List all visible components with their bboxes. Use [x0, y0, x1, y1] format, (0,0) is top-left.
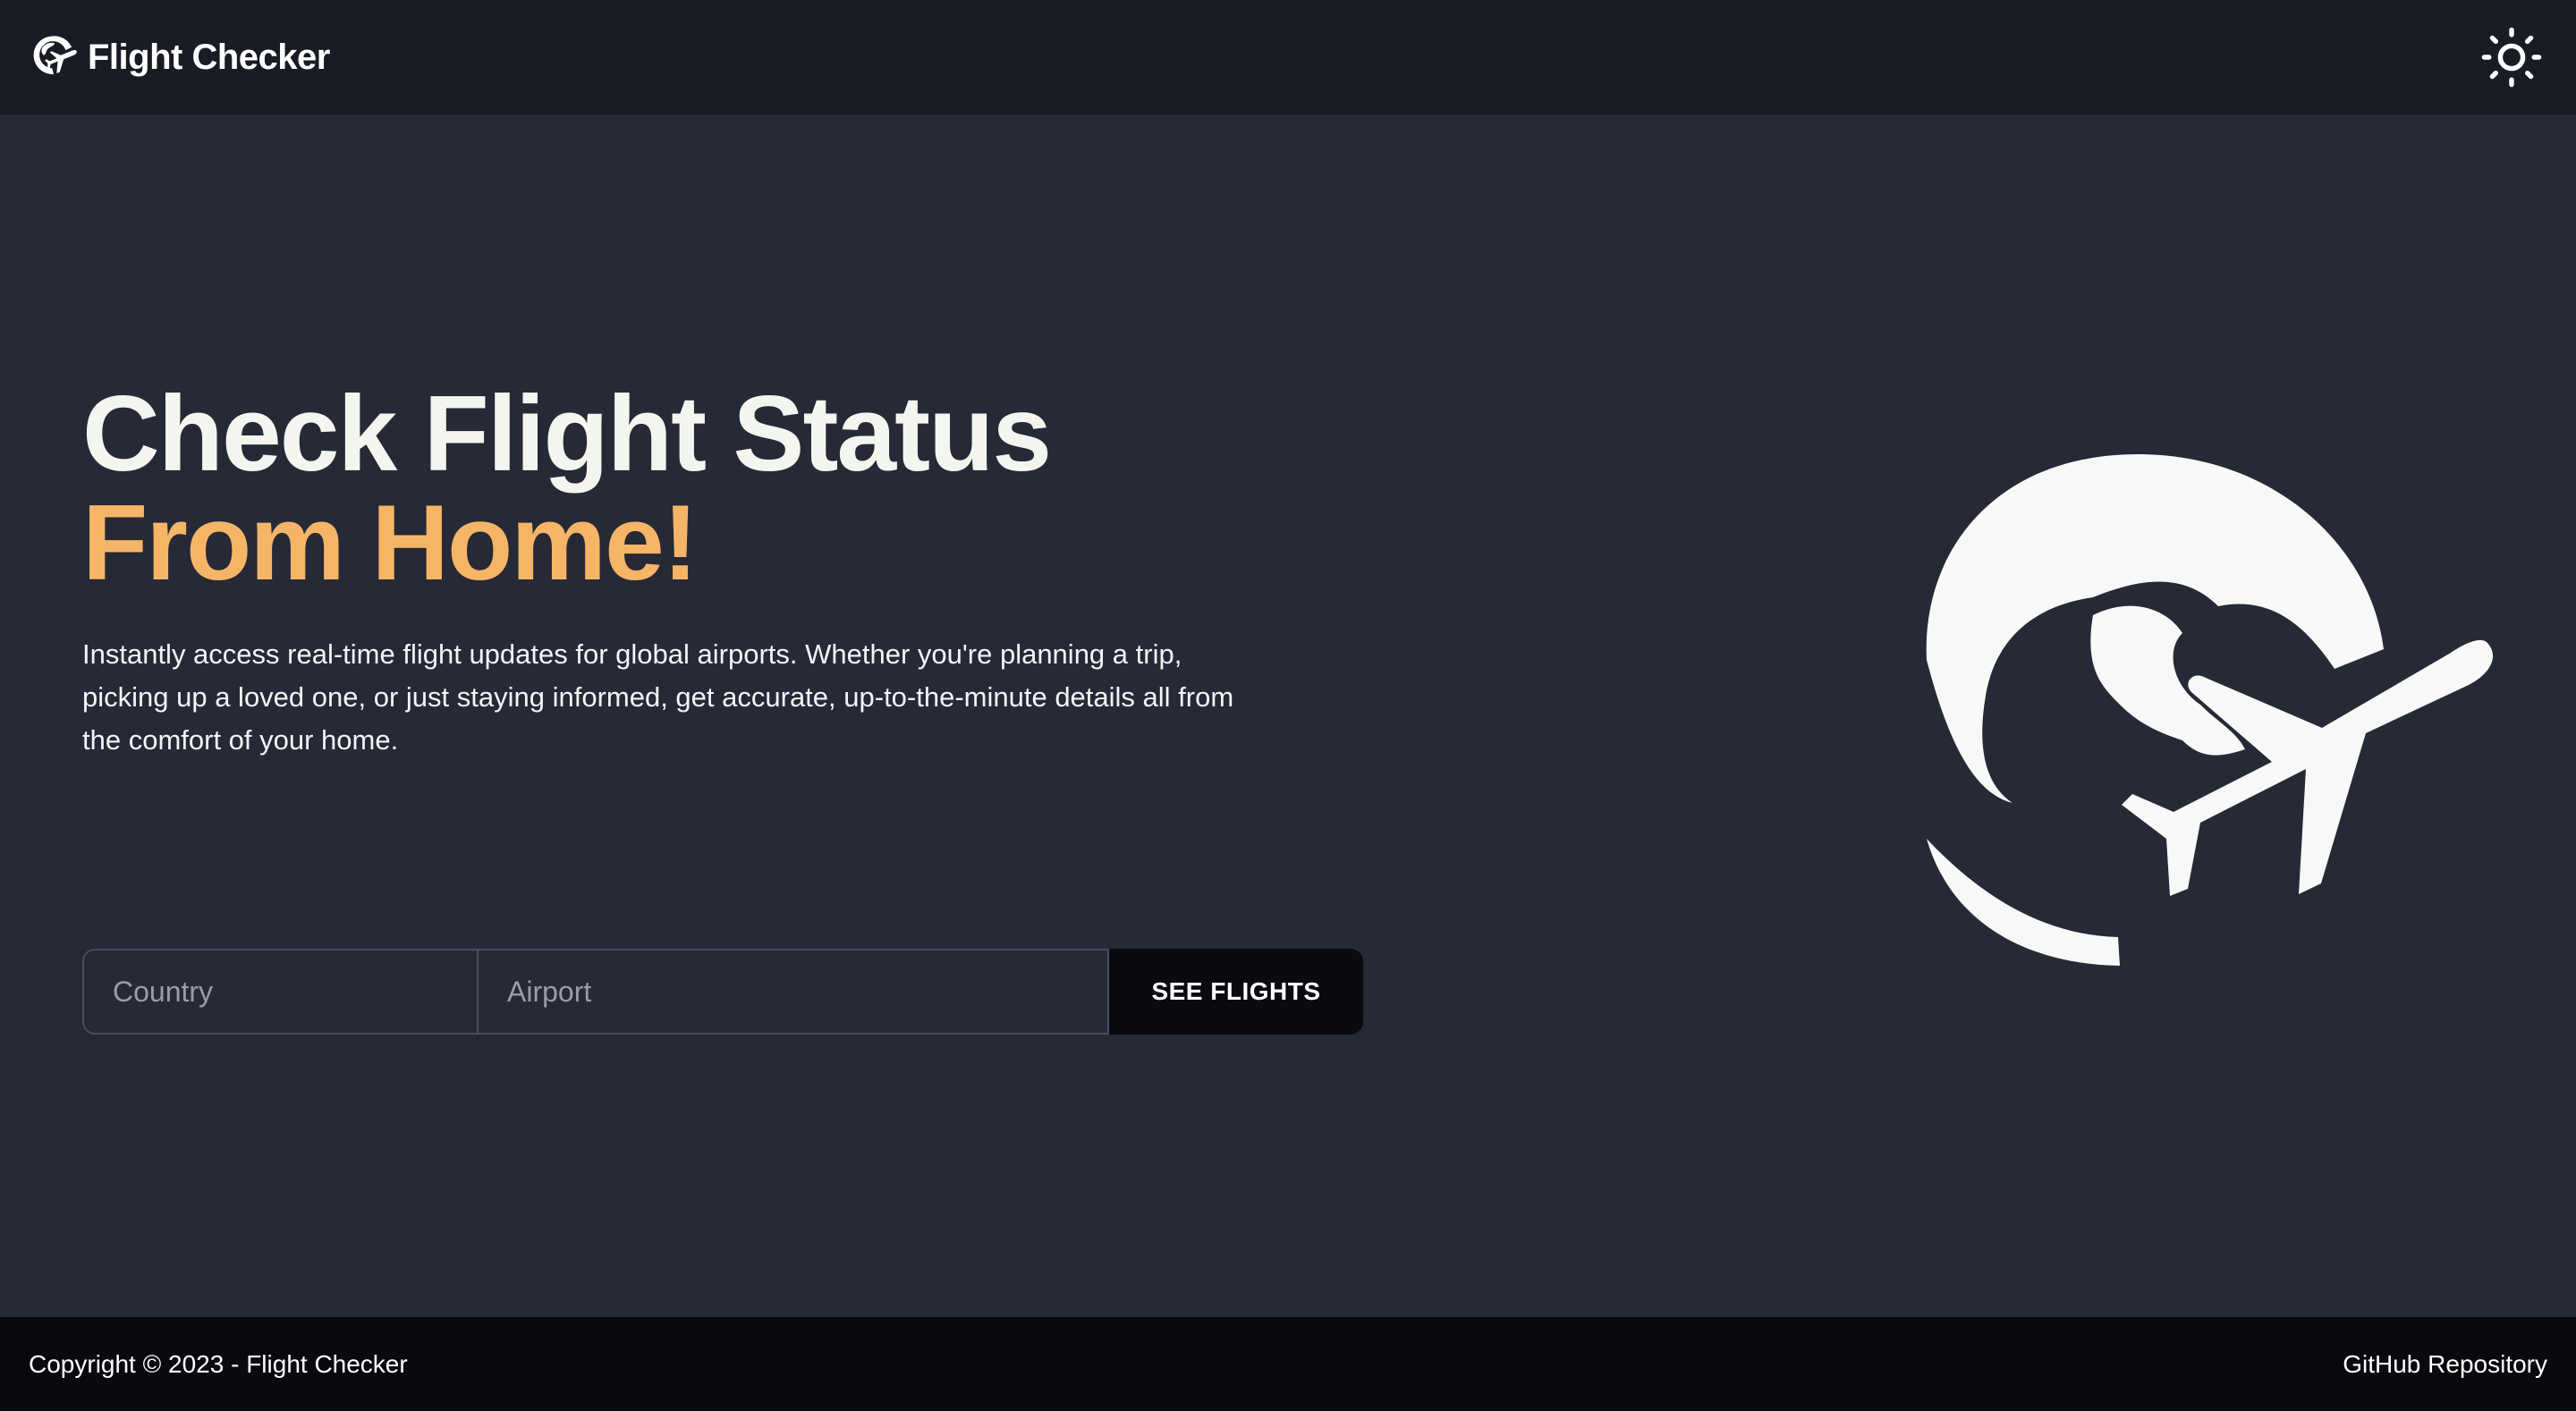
top-navbar: Flight Checker	[0, 0, 2576, 114]
github-repository-link[interactable]: GitHub Repository	[2343, 1350, 2547, 1379]
see-flights-button[interactable]: SEE FLIGHTS	[1109, 949, 1363, 1035]
flight-search-form: SEE FLIGHTS	[82, 949, 1363, 1035]
page-footer: Copyright © 2023 - Flight Checker GitHub…	[0, 1317, 2576, 1411]
airport-input[interactable]	[478, 949, 1109, 1035]
country-input[interactable]	[82, 949, 478, 1035]
hero-description: Instantly access real-time flight update…	[82, 638, 1234, 756]
hero-title-line1: Check Flight Status	[82, 374, 1052, 494]
brand-home-link[interactable]: Flight Checker	[29, 32, 330, 82]
theme-toggle-button[interactable]	[2476, 21, 2547, 93]
sun-icon	[2481, 27, 2542, 88]
hero-title-accent: From Home!	[82, 483, 699, 603]
hero-title: Check Flight Status From Home!	[82, 374, 1052, 603]
brand-name: Flight Checker	[88, 37, 330, 77]
globe-airplane-icon	[1926, 454, 2494, 966]
hero-section: Check Flight Status From Home! Instantly…	[0, 114, 2576, 1317]
footer-copyright: Copyright © 2023 - Flight Checker	[29, 1349, 408, 1378]
globe-airplane-icon	[33, 36, 77, 75]
